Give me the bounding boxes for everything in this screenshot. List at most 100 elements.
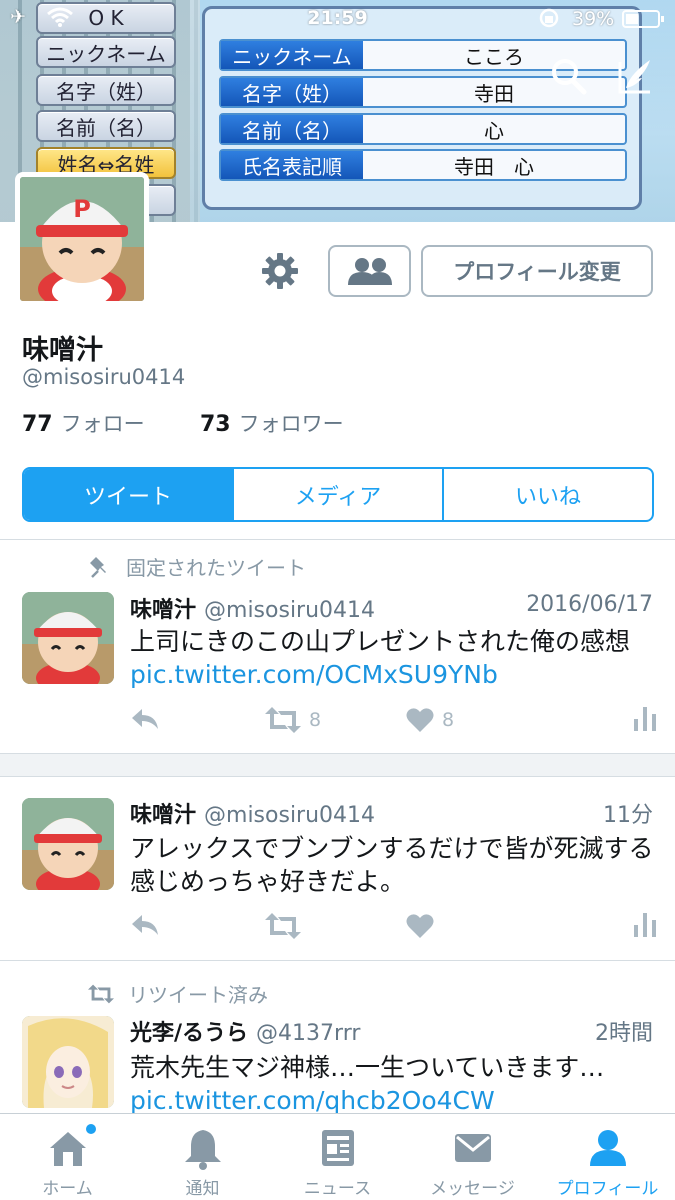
avatar-image <box>22 1016 114 1108</box>
divider <box>0 960 675 961</box>
following-label: フォロー <box>60 412 145 436</box>
profile-counts: 77 フォロー 73 フォロワー <box>22 408 344 438</box>
tab-news[interactable]: ニュース <box>270 1114 405 1200</box>
tab-home[interactable]: ホーム <box>0 1114 135 1200</box>
tweet-link[interactable]: pic.twitter.com/OCMxSU9YNb <box>130 660 498 689</box>
section-gap <box>0 753 675 777</box>
tweet-header: 味噌汁 @misosiru0414 2016/06/17 <box>130 592 653 624</box>
banner-menu-surname: 名字（姓） <box>36 74 176 106</box>
banner-row-label: 氏名表記順 <box>221 151 363 179</box>
banner-menu-given: 名前（名） <box>36 110 176 142</box>
compose-tweet-icon[interactable] <box>616 56 656 96</box>
segment-media[interactable]: メディア <box>232 469 442 520</box>
tweet-header: 光李/るうら @4137rrr 2時間 <box>130 1015 653 1047</box>
banner-row: 氏名表記順 寺田 心 <box>219 149 627 181</box>
home-icon <box>49 1132 86 1166</box>
battery-icon <box>622 10 664 28</box>
tweet-text-body: 荒木先生マジ神様…一生ついていきます… <box>130 1053 605 1082</box>
analytics-button[interactable] <box>634 707 656 731</box>
tweet-text[interactable]: アレックスでブンブンするだけで皆が死滅する感じめっちゃ好きだよ。 <box>130 832 655 898</box>
tab-label: メッセージ <box>430 1179 515 1199</box>
tab-label: 通知 <box>185 1179 220 1199</box>
like-count: 8 <box>442 709 455 731</box>
segment-tweets[interactable]: ツイート <box>24 469 232 520</box>
tab-label: プロフィール <box>556 1179 659 1199</box>
analytics-icon <box>634 707 656 731</box>
retweet-icon <box>265 913 301 939</box>
tab-label: ニュース <box>303 1179 372 1199</box>
like-button[interactable] <box>406 913 434 939</box>
svg-text:P: P <box>73 195 91 223</box>
divider <box>0 539 675 540</box>
tweet-text[interactable]: 荒木先生マジ神様…一生ついていきます… pic.twitter.com/qhcb… <box>130 1051 655 1117</box>
profile-handle: @misosiru0414 <box>22 365 186 389</box>
tweet-author-handle: @4137rrr <box>256 1021 361 1046</box>
tweet-actions <box>130 913 660 943</box>
banner-menu-nickname: ニックネーム <box>36 36 176 68</box>
reply-icon <box>132 709 158 729</box>
retweet-button[interactable]: 8 <box>265 707 321 733</box>
search-icon[interactable] <box>548 56 588 96</box>
banner-row-label: 名前（名） <box>221 115 363 143</box>
banner-row-value: 寺田 心 <box>454 154 534 179</box>
people-icon <box>347 258 392 285</box>
retweet-icon <box>265 707 301 733</box>
tweet-author-name[interactable]: 光李/るうら <box>130 1021 248 1046</box>
followers-stat[interactable]: 73 フォロワー <box>200 408 344 438</box>
reply-button[interactable] <box>130 913 160 937</box>
edit-profile-button[interactable]: プロフィール変更 <box>421 245 653 297</box>
tweet-avatar[interactable] <box>22 1016 114 1108</box>
status-bar: ✈ 21:59 39% <box>0 0 675 40</box>
retweet-context: リツイート済み <box>88 979 268 1008</box>
profile-segmented-control: ツイート メディア いいね <box>22 467 654 522</box>
following-stat[interactable]: 77 フォロー <box>22 412 145 437</box>
tab-label: ホーム <box>42 1179 93 1199</box>
tab-profile[interactable]: プロフィール <box>540 1114 675 1200</box>
pin-icon <box>90 556 106 578</box>
settings-gear-icon[interactable] <box>261 252 299 290</box>
notification-dot <box>86 1124 96 1134</box>
tweet-author-handle: @misosiru0414 <box>204 803 376 828</box>
banner-row-label: ニックネーム <box>221 41 363 69</box>
tweet-timestamp: 2016/06/17 <box>526 592 653 617</box>
like-button[interactable]: 8 <box>406 707 454 733</box>
followers-count: 73 <box>200 412 231 437</box>
tweet-author-name[interactable]: 味噌汁 <box>130 598 196 623</box>
retweet-icon <box>88 984 114 1003</box>
tab-messages[interactable]: メッセージ <box>405 1114 540 1200</box>
tweet-avatar[interactable] <box>22 592 114 684</box>
banner-row-label: 名字（姓） <box>221 78 363 106</box>
avatar-image <box>22 592 114 684</box>
retweet-context-label: リツイート済み <box>128 983 268 1007</box>
retweet-button[interactable] <box>265 913 301 939</box>
segment-likes[interactable]: いいね <box>442 469 652 520</box>
tweet-author-handle: @misosiru0414 <box>204 598 376 623</box>
person-icon <box>589 1130 626 1166</box>
tab-notifications[interactable]: 通知 <box>135 1114 270 1200</box>
heart-icon <box>406 914 434 938</box>
tweet-avatar[interactable] <box>22 798 114 890</box>
avatar-image <box>22 798 114 890</box>
followers-label: フォロワー <box>238 412 344 436</box>
heart-icon <box>406 708 434 732</box>
bell-icon <box>184 1130 221 1170</box>
profile-name: 味噌汁 <box>22 335 103 366</box>
battery-percent: 39% <box>572 8 615 30</box>
lists-button[interactable] <box>328 245 411 297</box>
pinned-context: 固定されたツイート <box>88 552 306 581</box>
profile-avatar[interactable]: P <box>15 172 149 306</box>
tweet-author-name[interactable]: 味噌汁 <box>130 803 196 828</box>
analytics-button[interactable] <box>634 913 656 937</box>
envelope-icon <box>454 1134 491 1162</box>
tweet-text[interactable]: 上司にきのこの山プレゼントされた俺の感想 pic.twitter.com/OCM… <box>130 625 655 691</box>
analytics-icon <box>634 913 656 937</box>
retweet-count: 8 <box>309 709 322 731</box>
avatar-image: P <box>20 177 144 301</box>
pinned-label: 固定されたツイート <box>126 556 306 580</box>
tweet-actions: 8 8 <box>130 707 660 737</box>
following-count: 77 <box>22 412 53 437</box>
tweet-header: 味噌汁 @misosiru0414 11分 <box>130 797 653 829</box>
banner-row: 名前（名） 心 <box>219 113 627 145</box>
banner-row-value: 心 <box>484 118 504 143</box>
reply-button[interactable] <box>130 707 160 731</box>
